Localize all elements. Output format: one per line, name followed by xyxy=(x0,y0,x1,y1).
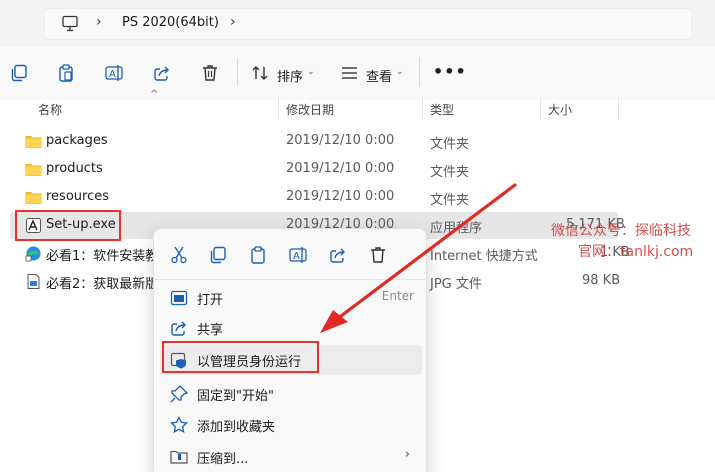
share-icon[interactable] xyxy=(153,64,171,82)
star-icon xyxy=(170,416,188,434)
menu-item-label: 打开 xyxy=(197,293,224,308)
view-icon xyxy=(342,67,357,79)
menu-item-label: 添加到收藏夹 xyxy=(197,420,276,435)
computer-icon[interactable] xyxy=(62,15,78,32)
column-divider[interactable] xyxy=(618,97,619,121)
menu-divider xyxy=(154,279,426,280)
file-type: Internet 快捷方式 xyxy=(430,249,538,264)
shortcut-hint: Enter xyxy=(381,289,414,303)
pin-icon xyxy=(170,385,188,403)
rename-icon[interactable]: A xyxy=(105,64,123,82)
file-name: 必看1：软件安装教 xyxy=(46,249,159,264)
file-type: 文件夹 xyxy=(430,193,470,208)
folder-icon xyxy=(25,164,42,176)
file-type: JPG 文件 xyxy=(430,277,482,292)
file-date: 2019/12/10 0:00 xyxy=(286,189,395,204)
menu-item-pin-to-start[interactable]: 固定到"开始" xyxy=(160,379,422,409)
highlight-box xyxy=(15,210,121,241)
file-name: packages xyxy=(46,133,108,148)
column-divider[interactable] xyxy=(278,97,279,121)
sort-ascending-icon: ^ xyxy=(150,89,159,100)
file-row[interactable]: resources 2019/12/10 0:00 文件夹 xyxy=(10,184,618,211)
file-type: 应用程序 xyxy=(430,221,483,236)
edge-shortcut-icon xyxy=(25,246,41,262)
svg-text:A: A xyxy=(293,251,300,262)
copy-icon[interactable] xyxy=(10,64,28,82)
zip-icon xyxy=(170,450,188,464)
menu-item-label: 压缩到... xyxy=(197,452,249,467)
menu-item-label: 固定到"开始" xyxy=(197,389,274,404)
watermark-line-1: 微信公众号：探临科技 xyxy=(551,223,691,239)
watermark-line-2: 官网：tanlkj.com xyxy=(578,244,694,260)
file-type: 文件夹 xyxy=(430,165,470,180)
sort-label: 排序 xyxy=(277,70,304,85)
delete-icon[interactable] xyxy=(201,64,219,82)
column-header-name[interactable]: 名称 xyxy=(38,101,62,118)
open-icon xyxy=(170,290,188,306)
file-row[interactable]: products 2019/12/10 0:00 文件夹 xyxy=(10,156,618,183)
menu-item-add-favorites[interactable]: 添加到收藏夹 xyxy=(160,410,422,440)
paste-icon[interactable] xyxy=(57,64,75,82)
share-icon[interactable] xyxy=(329,246,347,264)
menu-item-open[interactable]: 打开 Enter xyxy=(160,283,422,313)
menu-item-share[interactable]: 共享 xyxy=(160,313,422,343)
file-type: 文件夹 xyxy=(430,137,470,152)
address-bar-area: › PS 2020(64bit) › xyxy=(0,0,715,47)
more-options-button[interactable]: ••• xyxy=(433,62,467,81)
svg-text:A: A xyxy=(109,69,116,80)
chevron-down-icon: ⌄ xyxy=(307,67,315,77)
chevron-right-icon[interactable]: › xyxy=(96,14,102,30)
file-date: 2019/12/10 0:00 xyxy=(286,133,395,148)
file-row[interactable]: packages 2019/12/10 0:00 文件夹 xyxy=(10,128,618,155)
column-header-date[interactable]: 修改日期 xyxy=(286,101,334,118)
sort-icon xyxy=(252,66,268,80)
share-icon xyxy=(171,321,186,336)
highlight-box xyxy=(162,341,319,373)
paste-icon[interactable] xyxy=(249,246,267,264)
breadcrumb-folder[interactable]: PS 2020(64bit) xyxy=(122,15,219,30)
copy-icon[interactable] xyxy=(209,246,227,264)
column-divider[interactable] xyxy=(422,97,423,121)
column-divider[interactable] xyxy=(540,97,541,121)
chevron-right-icon: › xyxy=(404,447,410,462)
cut-icon[interactable] xyxy=(170,246,188,264)
file-size: 98 KB xyxy=(582,273,621,288)
jpg-file-icon xyxy=(27,274,40,289)
rename-icon[interactable]: A xyxy=(289,246,307,264)
delete-icon[interactable] xyxy=(369,246,387,264)
menu-item-label: 共享 xyxy=(197,323,224,338)
column-header-size[interactable]: 大小 xyxy=(548,101,572,118)
column-header-type[interactable]: 类型 xyxy=(430,101,454,118)
toolbar-divider xyxy=(237,58,238,86)
toolbar-divider xyxy=(419,58,420,86)
file-date: 2019/12/10 0:00 xyxy=(286,161,395,176)
folder-icon xyxy=(25,192,42,204)
view-label: 查看 xyxy=(366,70,393,85)
chevron-right-icon[interactable]: › xyxy=(230,14,236,30)
folder-icon xyxy=(25,136,42,148)
file-name: resources xyxy=(46,189,110,204)
file-name: products xyxy=(46,161,103,176)
chevron-down-icon: ⌄ xyxy=(396,67,404,77)
menu-item-compress[interactable]: 压缩到... › xyxy=(160,442,422,472)
